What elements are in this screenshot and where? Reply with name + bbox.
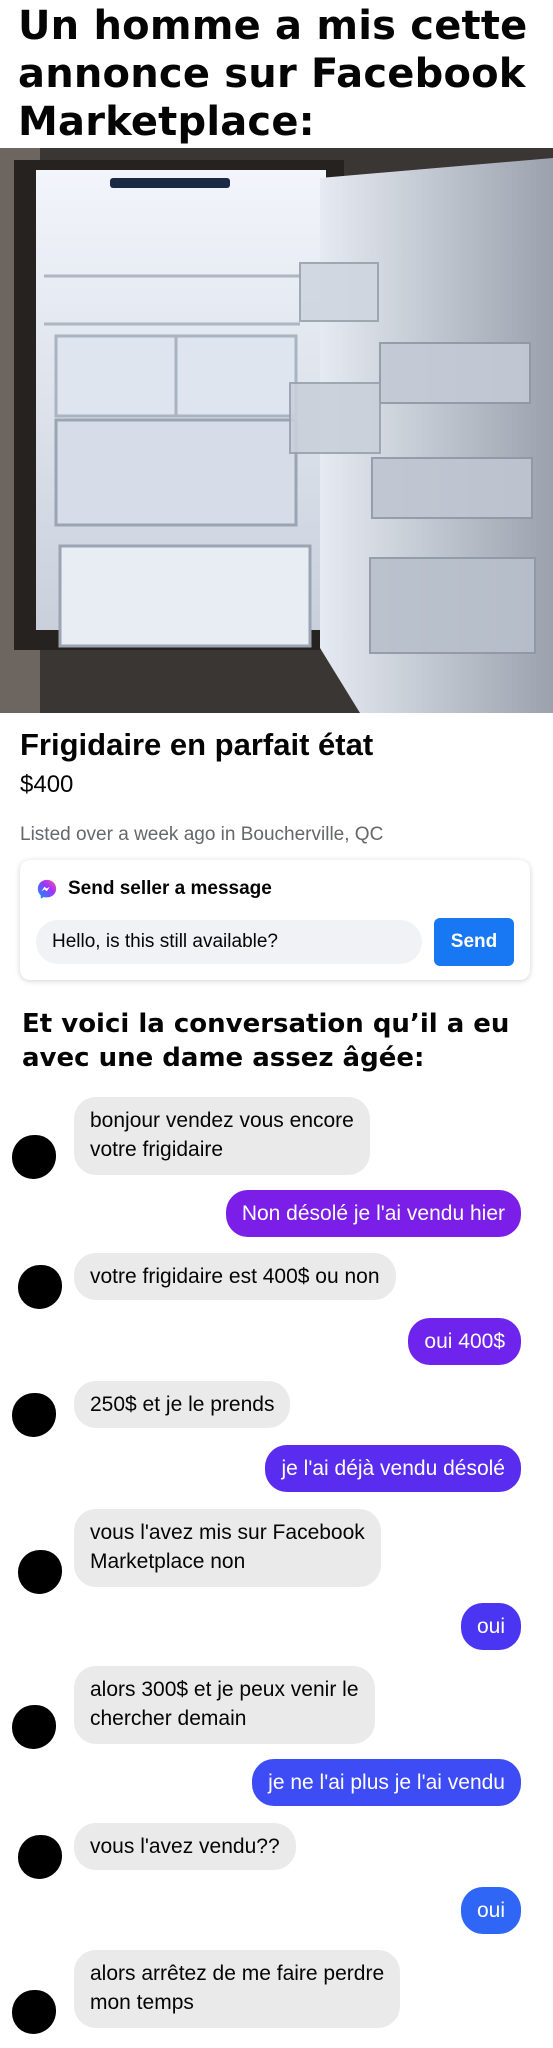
listing-title: Frigidaire en parfait état xyxy=(20,727,374,762)
incoming-message: alors 300$ et je peux venir le chercher … xyxy=(74,1666,375,1744)
message-seller-header: Send seller a message xyxy=(36,878,272,900)
meme-subtitle: Et voici la conversation qu’il a eu avec… xyxy=(22,1009,510,1073)
avatar[interactable] xyxy=(18,1835,62,1879)
avatar[interactable] xyxy=(12,1990,56,2034)
meme-title: Un homme a mis cette annonce sur Faceboo… xyxy=(18,3,528,145)
outgoing-message: je ne l'ai plus je l'ai vendu xyxy=(252,1759,521,1806)
outgoing-message: je l'ai déjà vendu désolé xyxy=(265,1445,521,1492)
outgoing-message: oui 400$ xyxy=(408,1318,521,1365)
outgoing-message: Non désolé je l'ai vendu hier xyxy=(225,1190,521,1237)
avatar[interactable] xyxy=(18,1265,62,1309)
messenger-icon xyxy=(37,879,57,899)
incoming-message: alors arrêtez de me faire perdre mon tem… xyxy=(74,1950,401,2028)
avatar[interactable] xyxy=(12,1135,56,1179)
listing-meta: Listed over a week ago in Boucherville, … xyxy=(20,824,384,845)
avatar[interactable] xyxy=(18,1550,62,1594)
send-button[interactable]: Send xyxy=(434,918,514,966)
incoming-message: vous l'avez vendu?? xyxy=(74,1823,296,1870)
incoming-message: bonjour vendez vous encore votre frigida… xyxy=(74,1097,370,1175)
listing-price: $400 xyxy=(20,771,74,798)
incoming-message: votre frigidaire est 400$ ou non xyxy=(74,1253,396,1300)
message-seller-heading: Send seller a message xyxy=(68,878,272,899)
outgoing-message: oui xyxy=(460,1887,521,1934)
fridge-image xyxy=(0,148,553,713)
incoming-message: 250$ et je le prends xyxy=(74,1381,291,1428)
message-input[interactable] xyxy=(36,920,422,964)
outgoing-message: oui xyxy=(460,1603,521,1650)
listing-photo[interactable] xyxy=(0,148,553,713)
avatar[interactable] xyxy=(12,1393,56,1437)
incoming-message: vous l'avez mis sur Facebook Marketplace… xyxy=(74,1509,381,1587)
avatar[interactable] xyxy=(12,1705,56,1749)
message-seller-card: Send seller a message Send xyxy=(20,860,530,980)
